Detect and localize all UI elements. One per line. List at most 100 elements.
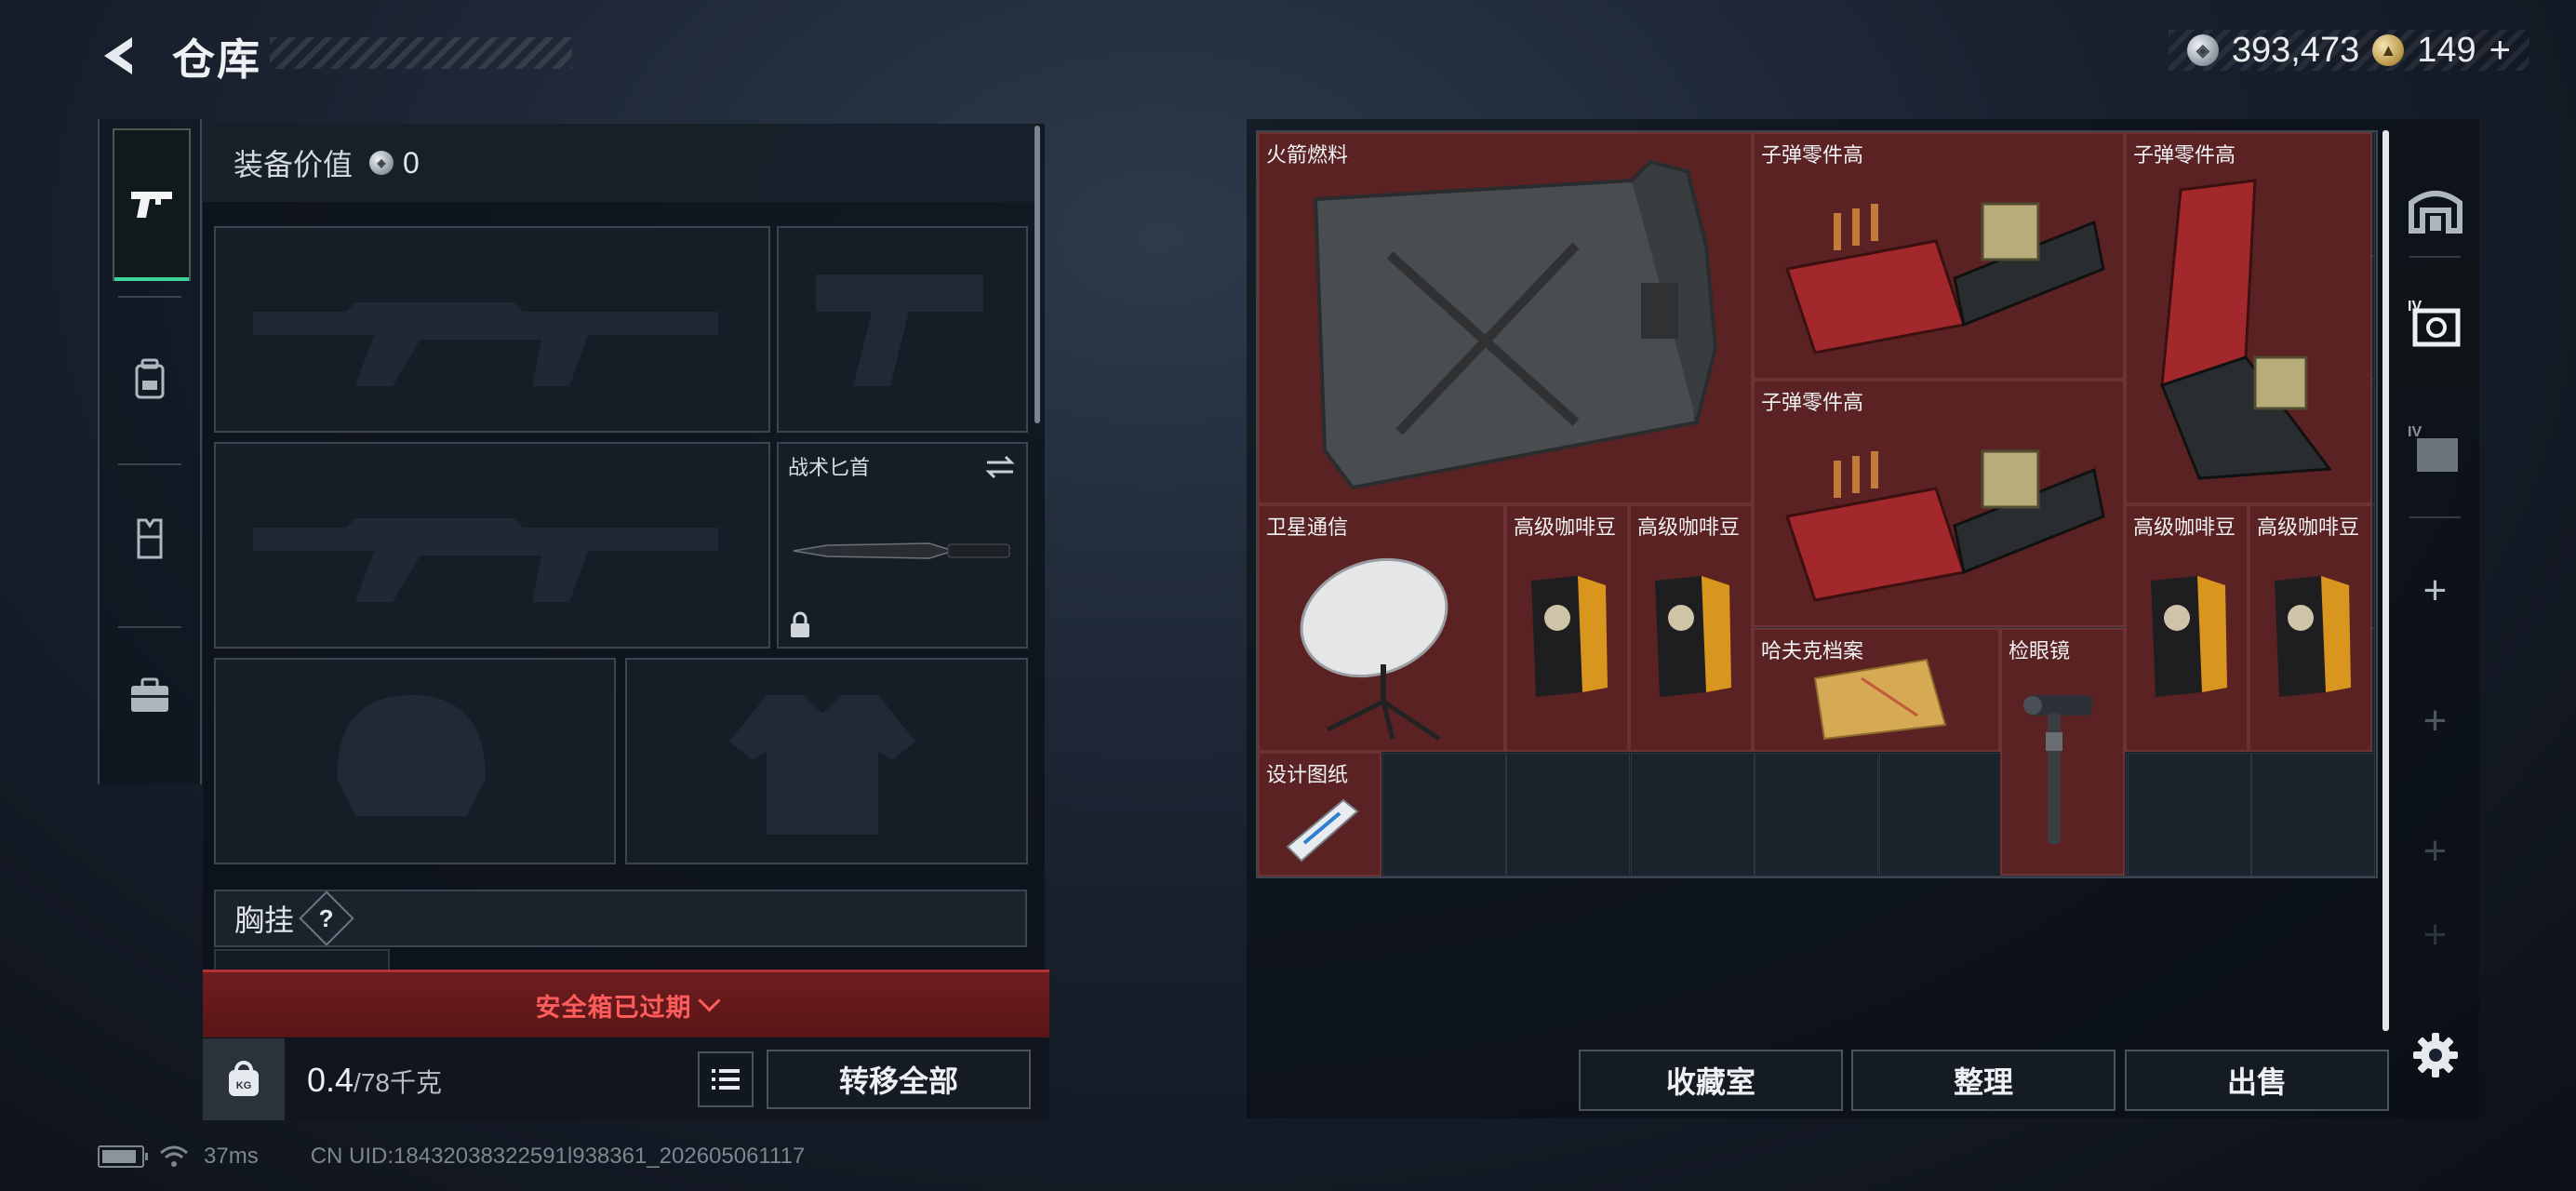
page-title: 仓库 — [172, 35, 261, 84]
storage-item[interactable]: 子弹零件高 — [2125, 132, 2372, 504]
storage-item[interactable]: 高级咖啡豆 — [1629, 504, 1753, 752]
melee-slot[interactable]: 战术匕首 — [777, 442, 1028, 649]
title-stripe — [270, 37, 572, 69]
helmet-slot[interactable] — [214, 658, 616, 864]
satellite-dish-icon — [1300, 557, 1448, 742]
grid-cell[interactable] — [1755, 752, 1878, 877]
item-name: 高级咖啡豆 — [1637, 515, 1741, 539]
tab-container-4b[interactable]: IV — [2391, 391, 2479, 512]
wifi-icon — [160, 1145, 188, 1167]
rifle-silhouette-icon — [253, 518, 718, 602]
ammo-crate-icon — [2160, 179, 2332, 480]
grid-cell[interactable] — [1381, 752, 1506, 877]
chest-rig-slot[interactable]: 胸挂 ? — [214, 890, 1027, 947]
storage-item[interactable]: 哈夫克档案 — [1753, 628, 2000, 752]
grid-cell[interactable] — [2251, 752, 2375, 877]
swap-icon[interactable] — [983, 453, 1017, 481]
battery-icon — [98, 1145, 148, 1168]
pistol-silhouette-icon — [816, 274, 983, 386]
item-name: 哈夫克档案 — [1761, 639, 1864, 662]
grid-cell[interactable] — [1506, 752, 1630, 877]
document-icon — [1813, 658, 1947, 741]
pistol-icon — [131, 192, 172, 218]
melee-item-name: 战术匕首 — [788, 456, 871, 479]
add-tab-button[interactable]: + — [2391, 661, 2479, 782]
storage-grid: 火箭燃料 子弹零件高 子弹零件高 子弹零件高 卫星通信 高级咖啡豆 高级咖啡豆 … — [1256, 130, 2378, 878]
storage-item[interactable]: 子弹零件高 — [1753, 132, 2125, 380]
storage-item[interactable]: 检眼镜 — [2000, 628, 2125, 876]
storage-item[interactable]: 火箭燃料 — [1258, 132, 1753, 504]
folder-icon: IV — [2408, 424, 2458, 472]
gear-icon — [2413, 1033, 2458, 1077]
warehouse-icon — [2408, 191, 2463, 234]
category-backpack[interactable] — [113, 305, 187, 454]
grid-cell[interactable] — [2127, 752, 2251, 877]
collection-room-button[interactable]: 收藏室 — [1579, 1050, 1843, 1111]
transfer-all-button[interactable]: 转移全部 — [767, 1050, 1031, 1109]
sidearm-slot[interactable] — [777, 226, 1028, 433]
category-weapons[interactable] — [113, 128, 191, 281]
body-armor-slot[interactable] — [625, 658, 1028, 864]
item-name: 卫星通信 — [1266, 515, 1349, 539]
coffee-bag-icon — [1531, 576, 1608, 697]
grid-cell[interactable] — [1630, 752, 1755, 877]
organize-button[interactable]: 整理 — [1851, 1050, 2116, 1111]
rail-divider — [118, 296, 181, 298]
carry-weight: 0.4/78千克 — [307, 1061, 442, 1100]
storage-item[interactable]: 高级咖啡豆 — [1505, 504, 1629, 752]
storage-scrollbar[interactable] — [2382, 130, 2389, 1031]
storage-item[interactable]: 高级咖啡豆 — [2125, 504, 2249, 752]
back-arrow-icon — [104, 37, 132, 74]
tab-container-4[interactable]: IV — [2391, 265, 2479, 386]
grid-cell[interactable] — [1878, 752, 2003, 877]
item-name: 高级咖啡豆 — [1514, 515, 1617, 539]
currency-bar: ◈ 393,473 ▲ 149 + — [2168, 30, 2529, 72]
ammo-crate-icon — [1785, 202, 2105, 355]
help-icon[interactable]: ? — [299, 890, 354, 946]
safe-box-icon: IV — [2408, 299, 2460, 347]
add-currency-button[interactable]: + — [2489, 30, 2511, 72]
secondary-weapon-slot[interactable] — [214, 442, 770, 649]
equipment-value-label: 装备价值 — [234, 148, 354, 181]
primary-weapon-slot[interactable] — [214, 226, 770, 433]
help-mark: ? — [319, 903, 334, 932]
storage-item[interactable]: 高级咖啡豆 — [2249, 504, 2372, 752]
rifle-silhouette-icon — [253, 302, 718, 386]
carry-weight-capacity: /78千克 — [354, 1068, 442, 1097]
briefcase-icon — [131, 677, 168, 712]
item-name: 高级咖啡豆 — [2133, 515, 2236, 539]
equipment-value: 0 — [403, 145, 420, 180]
category-armor[interactable] — [113, 463, 187, 612]
vest-icon — [137, 518, 163, 559]
tab-warehouse[interactable] — [2391, 149, 2479, 270]
safe-box-expired-banner[interactable]: 安全箱已过期 — [203, 970, 1049, 1037]
add-tab-button[interactable]: + — [2391, 893, 2479, 977]
tab-divider — [2409, 256, 2461, 258]
chest-rig-subslot[interactable] — [214, 949, 390, 971]
silver-balance: 393,473 — [2231, 30, 2360, 70]
category-case[interactable] — [113, 622, 187, 770]
storage-item[interactable]: 子弹零件高 — [1753, 380, 2125, 627]
tier-label: IV — [2408, 424, 2422, 440]
carry-weight-bar: KG 0.4/78千克 转移全部 — [203, 1038, 1049, 1120]
item-name: 火箭燃料 — [1266, 143, 1349, 167]
chest-rig-label: 胸挂 — [234, 903, 295, 937]
storage-item[interactable]: 设计图纸 — [1258, 752, 1381, 877]
back-button[interactable] — [93, 28, 149, 84]
kettlebell-icon: KG — [229, 1061, 259, 1096]
coffee-bag-icon — [1655, 576, 1731, 697]
equipment-scrollbar[interactable] — [1034, 126, 1040, 423]
item-name: 子弹零件高 — [1761, 391, 1864, 414]
list-view-button[interactable] — [698, 1051, 754, 1107]
add-tab-button[interactable]: + — [2391, 530, 2479, 651]
armor-silhouette-icon — [729, 695, 915, 835]
gold-coin-icon: ▲ — [2372, 34, 2405, 66]
storage-item[interactable]: 卫星通信 — [1258, 504, 1505, 752]
settings-button[interactable] — [2408, 1027, 2463, 1083]
list-icon — [712, 1069, 740, 1090]
silver-coin-icon: ◈ — [369, 151, 394, 175]
chevron-down-icon — [697, 988, 721, 1012]
backpack-icon — [135, 358, 165, 399]
sell-button[interactable]: 出售 — [2125, 1050, 2389, 1111]
item-name: 子弹零件高 — [2133, 143, 2236, 167]
